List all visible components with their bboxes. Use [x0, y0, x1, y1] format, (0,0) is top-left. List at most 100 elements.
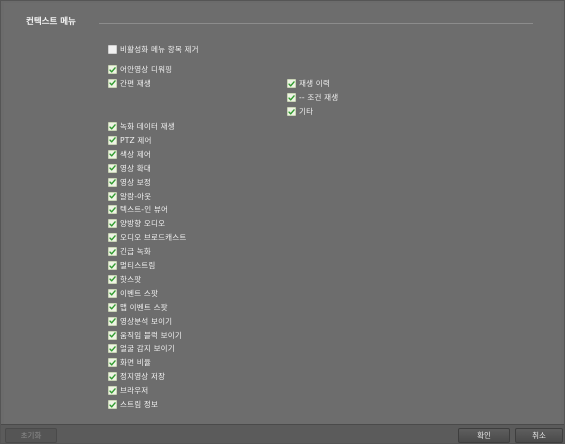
checkmark-icon	[109, 318, 116, 324]
menu-item-checkbox[interactable]: 이벤트 스팟	[108, 288, 158, 299]
menu-item-checkbox[interactable]: 영상 확대	[108, 163, 151, 174]
checkmark-icon	[109, 220, 116, 227]
checkbox-box	[108, 274, 117, 284]
checkmark-icon	[109, 179, 116, 185]
checkbox-box	[108, 302, 117, 312]
checkmark-icon	[109, 359, 116, 366]
playback-option-checkbox[interactable]: 기타	[287, 106, 313, 117]
checkbox-label: 오디오 브로드캐스트	[120, 233, 187, 243]
checkbox-label: -- 조건 재생	[299, 93, 339, 102]
menu-item-checkbox[interactable]: 영상분석 보이기	[108, 316, 172, 327]
checkmark-icon	[109, 248, 116, 255]
checkmark-icon	[109, 401, 116, 408]
checkbox-box	[287, 79, 296, 88]
checkmark-icon	[109, 207, 116, 213]
menu-item-checkbox[interactable]: 긴급 녹화	[108, 246, 151, 257]
checkbox-box	[287, 93, 296, 102]
checkmark-icon	[109, 290, 116, 296]
checkbox-box	[108, 344, 117, 354]
menu-item-checkbox[interactable]: 색상 제어	[108, 149, 151, 160]
button-bar: 초기화 확인 취소	[1, 424, 564, 443]
checkbox-label: 양방향 오디오	[120, 219, 166, 229]
checkbox-box	[108, 78, 117, 88]
checkbox-label: 이벤트 스팟	[120, 288, 159, 298]
menu-item-checkbox[interactable]: 브라우저	[108, 385, 148, 396]
checkbox-label: 정지영상 저장	[120, 372, 166, 382]
checkbox-label: 녹화 데이터 재생	[120, 122, 175, 131]
menu-item-checkbox[interactable]: 정지영상 저장	[108, 371, 165, 382]
checkbox-label: 스트림 정보	[120, 400, 159, 409]
checkmark-icon	[109, 304, 116, 310]
settings-panel: 컨텍스트 메뉴 비활성화 메뉴 항목 제거 어안영상 디워핑간편 재생녹화 데이…	[4, 3, 561, 424]
checkbox-label: 맵 이벤트 스팟	[120, 302, 168, 312]
checkbox-label: 비활성화 메뉴 항목 제거	[120, 45, 199, 54]
checkbox-box	[108, 288, 117, 298]
checkmark-icon	[109, 137, 116, 143]
checkbox-box	[108, 386, 117, 396]
menu-item-checkbox[interactable]: 오디오 브로드캐스트	[108, 232, 186, 243]
menu-item-checkbox[interactable]: 녹화 데이터 재생	[108, 121, 175, 132]
checkmark-icon	[109, 66, 116, 73]
playback-option-checkbox[interactable]: -- 조건 재생	[287, 92, 338, 103]
section-divider	[99, 23, 533, 24]
menu-item-checkbox[interactable]: 화면 비율	[108, 357, 151, 368]
checkbox-label: 영상 확대	[120, 163, 151, 173]
checkmark-icon	[109, 332, 116, 338]
checkbox-label: 기타	[299, 107, 314, 116]
checkbox-label: 영상분석 보이기	[120, 316, 173, 326]
checkbox-box	[108, 191, 117, 201]
menu-item-checkbox[interactable]: 영상 보정	[108, 177, 151, 188]
checkmark-icon	[109, 346, 116, 352]
checkmark-icon	[109, 193, 116, 199]
checkbox-box	[108, 205, 117, 215]
checkmark-icon	[109, 165, 116, 171]
menu-item-checkbox[interactable]: 움직임 블럭 보이기	[108, 330, 182, 341]
checkbox-label: 브라우저	[120, 386, 149, 396]
checkbox-box	[108, 358, 117, 368]
ok-button[interactable]: 확인	[458, 428, 510, 443]
checkbox-label: 알람-아웃	[120, 191, 152, 201]
checkbox-label: 얼굴 감지 보이기	[120, 344, 175, 354]
checkmark-icon	[109, 234, 116, 241]
checkmark-icon	[109, 373, 116, 380]
menu-item-checkbox[interactable]: 얼굴 감지 보이기	[108, 343, 175, 354]
checkbox-box	[108, 65, 117, 74]
reset-button[interactable]: 초기화	[5, 428, 57, 443]
checkbox-label: 어안영상 디워핑	[120, 65, 173, 74]
menu-item-checkbox[interactable]: 어안영상 디워핑	[108, 64, 172, 75]
checkbox-box	[287, 107, 296, 116]
menu-item-checkbox[interactable]: 맵 이벤트 스팟	[108, 302, 168, 313]
menu-item-checkbox[interactable]: 멀티스트림	[108, 260, 156, 271]
checkbox-box	[108, 233, 117, 243]
section-title: 컨텍스트 메뉴	[26, 17, 76, 27]
checkbox-label: 간편 재생	[120, 78, 151, 88]
checkbox-label: 움직임 블럭 보이기	[120, 330, 182, 340]
checkbox-label: 재생 이력	[299, 79, 330, 88]
menu-item-checkbox[interactable]: 핫스팟	[108, 274, 141, 285]
checkbox-box	[108, 149, 117, 159]
checkbox-box	[108, 163, 117, 173]
checkbox-box	[108, 316, 117, 326]
menu-item-checkbox[interactable]: 알람-아웃	[108, 191, 151, 202]
checkbox-label: 화면 비율	[120, 358, 151, 368]
menu-item-checkbox[interactable]: 양방향 오디오	[108, 218, 165, 229]
menu-item-checkbox[interactable]: 텍스트-인 뷰어	[108, 204, 168, 215]
playback-option-checkbox[interactable]: 재생 이력	[287, 78, 330, 89]
checkmark-icon	[109, 387, 116, 394]
cancel-button[interactable]: 취소	[515, 428, 563, 443]
checkmark-icon	[109, 123, 116, 130]
checkmark-icon	[109, 80, 116, 86]
checkbox-box	[108, 400, 117, 409]
menu-item-checkbox[interactable]: 간편 재생	[108, 78, 151, 89]
checkmark-icon	[109, 151, 116, 157]
checkbox-box	[108, 122, 117, 131]
checkbox-label: 색상 제어	[120, 149, 151, 159]
checkbox-label: 핫스팟	[120, 274, 142, 284]
menu-item-checkbox[interactable]: 스트림 정보	[108, 399, 158, 410]
checkbox-label: 텍스트-인 뷰어	[120, 205, 169, 215]
remove-disabled-items-checkbox[interactable]: 비활성화 메뉴 항목 제거	[108, 44, 199, 55]
menu-item-checkbox[interactable]: PTZ 제어	[108, 135, 152, 146]
checkmark-icon	[109, 276, 116, 282]
checkmark-icon	[288, 80, 295, 87]
checkbox-box	[108, 372, 117, 382]
